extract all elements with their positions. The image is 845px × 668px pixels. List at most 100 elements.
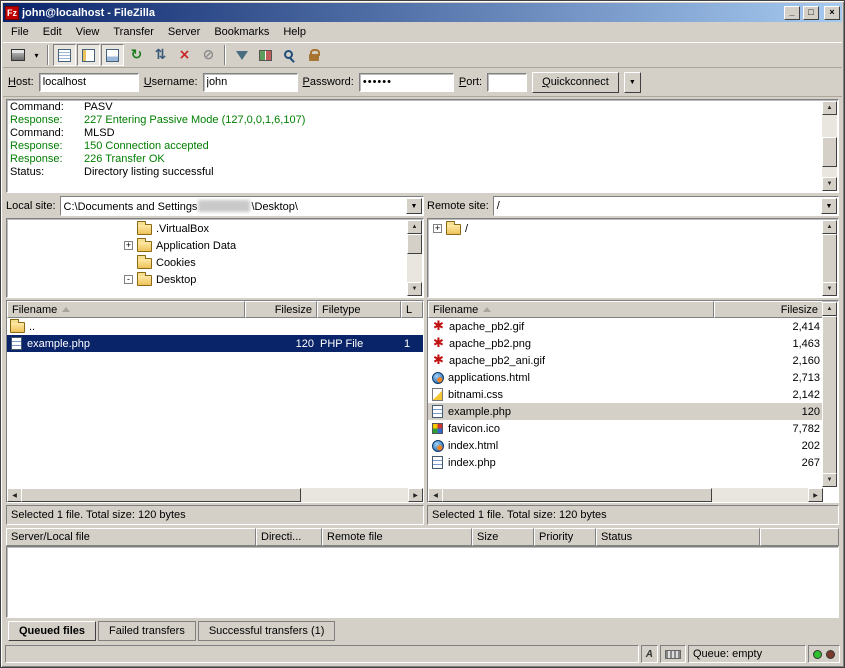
scrollbar-thumb[interactable] [822, 137, 837, 167]
expand-icon[interactable]: + [124, 241, 133, 250]
find-files-button[interactable] [278, 44, 301, 66]
scroll-left-button[interactable]: ◀ [428, 488, 443, 502]
expand-icon[interactable]: + [433, 224, 442, 233]
file-row-applications-html[interactable]: applications.html2,713 [428, 369, 823, 386]
file-row-bitnami-css[interactable]: bitnami.css2,142 [428, 386, 823, 403]
collapse-icon[interactable]: - [124, 275, 133, 284]
scroll-left-button[interactable]: ◀ [7, 488, 22, 502]
host-input[interactable] [39, 73, 139, 92]
column-header-filesize[interactable]: Filesize [245, 301, 317, 318]
local-horizontal-scrollbar[interactable]: ◀ ▶ [7, 488, 423, 502]
disconnect-button[interactable]: ⊘ [197, 44, 220, 66]
toggle-directory-trees-button[interactable] [77, 44, 100, 66]
title-bar: Fz john@localhost - FileZilla _ □ × [3, 3, 842, 22]
tab-queued-files[interactable]: Queued files [8, 621, 96, 641]
menu-transfer[interactable]: Transfer [106, 23, 161, 41]
local-tree-scrollbar[interactable]: ▲ ▼ [407, 220, 422, 296]
toolbar: ▾ ↻⇅×⊘ [3, 42, 842, 68]
toggle-message-log-button[interactable] [53, 44, 76, 66]
keyboard-indicator[interactable] [660, 645, 686, 663]
toggle-transfer-queue-button[interactable] [101, 44, 124, 66]
tree-item-desktop[interactable]: -Desktop [8, 271, 406, 288]
queue-column-status[interactable]: Status [596, 528, 760, 546]
menu-server[interactable]: Server [161, 23, 207, 41]
file-row-apache-pb2-png[interactable]: apache_pb2.png1,463 [428, 335, 823, 352]
scroll-up-button[interactable]: ▲ [822, 302, 837, 316]
file-row-apache-pb2-gif[interactable]: apache_pb2.gif2,414 [428, 318, 823, 335]
menu-edit[interactable]: Edit [36, 23, 69, 41]
column-header-filesize[interactable]: Filesize [714, 301, 823, 318]
tab-successful-transfers-1[interactable]: Successful transfers (1) [198, 621, 336, 641]
queue-column-server-local-file[interactable]: Server/Local file [6, 528, 256, 546]
local-site-combo[interactable]: C:\Documents and Settings\Desktop\ ▼ [60, 196, 424, 216]
site-manager-button[interactable] [6, 44, 29, 66]
scroll-up-button[interactable]: ▲ [822, 101, 837, 115]
scrollbar-thumb[interactable] [21, 488, 301, 502]
queue-column-remote-file[interactable]: Remote file [322, 528, 472, 546]
password-input[interactable] [359, 73, 454, 92]
sort-ascending-icon [483, 307, 491, 312]
column-header-l[interactable]: L [401, 301, 423, 318]
tree-item-virtualbox[interactable]: .VirtualBox [8, 220, 406, 237]
scrollbar-thumb[interactable] [822, 316, 837, 475]
transfer-queue-list[interactable] [6, 546, 839, 618]
cancel-operation-button[interactable]: × [173, 44, 196, 66]
menu-bookmarks[interactable]: Bookmarks [207, 23, 276, 41]
scroll-right-button[interactable]: ▶ [808, 488, 823, 502]
menu-help[interactable]: Help [276, 23, 313, 41]
tree-item-application-data[interactable]: +Application Data [8, 237, 406, 254]
log-scrollbar[interactable]: ▲ ▼ [822, 101, 837, 191]
quickconnect-dropdown-button[interactable]: ▼ [624, 72, 641, 93]
scrollbar-thumb[interactable] [442, 488, 712, 502]
remote-tree-scrollbar[interactable]: ▲ ▼ [822, 220, 837, 296]
process-queue-button[interactable]: ⇅ [149, 44, 172, 66]
scroll-down-button[interactable]: ▼ [822, 282, 837, 296]
scroll-up-button[interactable]: ▲ [407, 220, 422, 234]
menu-file[interactable]: File [4, 23, 36, 41]
directory-filter-button[interactable] [230, 44, 253, 66]
menu-view[interactable]: View [69, 23, 107, 41]
tree-item-cookies[interactable]: Cookies [8, 254, 406, 271]
quickconnect-button[interactable]: Quickconnect [532, 72, 619, 93]
scrollbar-thumb[interactable] [407, 234, 422, 254]
queue-column-size[interactable]: Size [472, 528, 534, 546]
menu-bar: FileEditViewTransferServerBookmarksHelp [3, 22, 842, 42]
sync-browsing-button[interactable] [302, 44, 325, 66]
remote-horizontal-scrollbar[interactable]: ◀ ▶ [428, 488, 823, 502]
scroll-down-button[interactable]: ▼ [407, 282, 422, 296]
chevron-down-icon[interactable]: ▼ [406, 198, 422, 214]
tree-item-root[interactable]: +/ [429, 220, 821, 237]
port-input[interactable] [487, 73, 527, 92]
file-row-index-php[interactable]: index.php267 [428, 454, 823, 471]
scroll-right-button[interactable]: ▶ [408, 488, 423, 502]
column-header-filename[interactable]: Filename [428, 301, 714, 318]
transfer-type-indicator[interactable]: A [641, 645, 658, 663]
refresh-button[interactable]: ↻ [125, 44, 148, 66]
tab-failed-transfers[interactable]: Failed transfers [98, 621, 196, 641]
remote-vertical-scrollbar[interactable]: ▲ ▼ [822, 302, 837, 487]
file-row-apache-pb2-ani-gif[interactable]: apache_pb2_ani.gif2,160 [428, 352, 823, 369]
queue-tabs: Queued filesFailed transfersSuccessful t… [6, 621, 839, 641]
close-button[interactable]: × [824, 6, 840, 20]
remote-site-combo[interactable]: / ▼ [493, 196, 839, 216]
scrollbar-thumb[interactable] [822, 234, 837, 284]
minimize-button[interactable]: _ [784, 6, 800, 20]
file-row-favicon-ico[interactable]: favicon.ico7,782 [428, 420, 823, 437]
file-row-example-php[interactable]: example.php120PHP File1 [7, 335, 423, 352]
column-header-filename[interactable]: Filename [7, 301, 245, 318]
username-input[interactable] [203, 73, 298, 92]
queue-column-directi[interactable]: Directi... [256, 528, 322, 546]
directory-compare-button[interactable] [254, 44, 277, 66]
column-header-filetype[interactable]: Filetype [317, 301, 401, 318]
queue-column-priority[interactable]: Priority [534, 528, 596, 546]
file-row-parent-directory[interactable]: .. [7, 318, 423, 335]
scroll-down-button[interactable]: ▼ [822, 177, 837, 191]
site-manager-dropdown-button[interactable]: ▾ [30, 44, 43, 66]
scroll-down-button[interactable]: ▼ [822, 473, 837, 487]
file-name-cell: index.php [428, 454, 714, 471]
maximize-button[interactable]: □ [803, 6, 819, 20]
file-row-example-php[interactable]: example.php120 [428, 403, 823, 420]
chevron-down-icon[interactable]: ▼ [821, 198, 837, 214]
scroll-up-button[interactable]: ▲ [822, 220, 837, 234]
file-row-index-html[interactable]: index.html202 [428, 437, 823, 454]
